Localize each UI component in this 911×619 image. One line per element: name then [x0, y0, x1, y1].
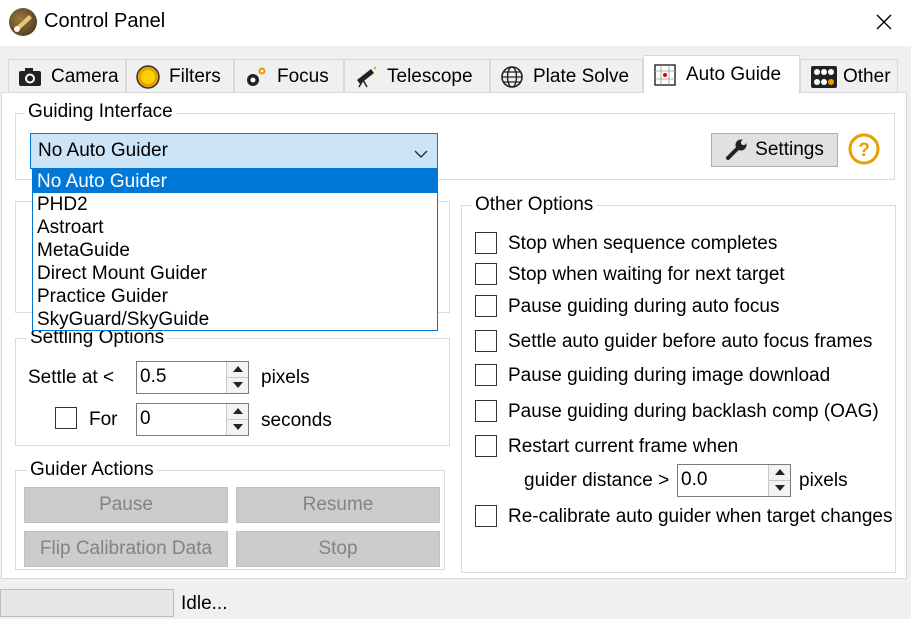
guider-option[interactable]: MetaGuide	[33, 239, 437, 262]
pause-during-download-checkbox[interactable]	[475, 364, 497, 386]
help-icon[interactable]: ?	[848, 133, 880, 165]
guider-option[interactable]: Practice Guider	[33, 285, 437, 308]
restart-frame-checkbox[interactable]	[475, 435, 497, 457]
guider-option[interactable]: PHD2	[33, 193, 437, 216]
guider-option[interactable]: Astroart	[33, 216, 437, 239]
tab-other[interactable]: Other	[800, 59, 898, 93]
spin-down-icon[interactable]	[227, 377, 248, 393]
guider-option[interactable]: Direct Mount Guider	[33, 262, 437, 285]
settle-pixels-value: 0.5	[140, 366, 167, 387]
tab-strip: Camera Filters Focus Telescope Plate Sol…	[0, 55, 911, 94]
stop-waiting-next-target-checkbox[interactable]	[475, 263, 497, 285]
settings-button-label: Settings	[755, 139, 824, 160]
tab-camera[interactable]: Camera	[8, 59, 126, 93]
crosshair-grid-icon	[653, 63, 677, 87]
guider-actions-label: Guider Actions	[27, 459, 157, 481]
spin-up-icon[interactable]	[227, 404, 248, 420]
tab-telescope[interactable]: Telescope	[344, 59, 490, 93]
settle-seconds-spinner[interactable]: 0	[136, 403, 249, 436]
tab-focus-label: Focus	[277, 65, 329, 87]
tab-plate-solve-label: Plate Solve	[533, 65, 630, 87]
close-icon[interactable]	[870, 8, 898, 36]
spin-up-icon[interactable]	[227, 362, 248, 378]
title-bar: Control Panel	[0, 0, 911, 46]
restart-frame-label: Restart current frame when	[508, 436, 739, 457]
guider-distance-spinner[interactable]: 0.0	[677, 464, 791, 497]
pause-during-autofocus-checkbox[interactable]	[475, 295, 497, 317]
pause-during-backlash-checkbox[interactable]	[475, 400, 497, 422]
tab-filters-label: Filters	[169, 65, 221, 87]
settle-at-label: Settle at <	[28, 367, 115, 388]
guider-dropdown-list: No Auto Guider PHD2 Astroart MetaGuide D…	[32, 169, 438, 331]
flip-calibration-button[interactable]: Flip Calibration Data	[24, 531, 228, 567]
tab-focus[interactable]: Focus	[234, 59, 344, 93]
guider-distance-unit: pixels	[799, 470, 848, 491]
settle-seconds-value: 0	[140, 408, 151, 429]
tab-auto-guide[interactable]: Auto Guide	[643, 55, 800, 94]
spin-up-icon[interactable]	[769, 465, 790, 481]
guider-distance-label: guider distance >	[524, 470, 670, 491]
settle-before-autofocus-checkbox[interactable]	[475, 330, 497, 352]
resume-button[interactable]: Resume	[236, 487, 440, 523]
control-panel-window: Control Panel Camera Filters Focus Teles…	[0, 0, 911, 619]
pause-during-download-label: Pause guiding during image download	[508, 365, 831, 386]
dots-grid-icon	[810, 65, 837, 89]
settle-for-label: For	[89, 409, 118, 430]
gear-icon	[244, 65, 268, 89]
settle-seconds-spin-buttons	[226, 404, 248, 435]
pause-button[interactable]: Pause	[24, 487, 228, 523]
app-logo-icon	[9, 8, 37, 36]
telescope-icon	[354, 65, 378, 89]
tab-camera-label: Camera	[51, 65, 119, 87]
pause-during-autofocus-label: Pause guiding during auto focus	[508, 296, 780, 317]
tab-other-label: Other	[843, 65, 891, 87]
recalibrate-label: Re-calibrate auto guider when target cha…	[508, 506, 893, 527]
auto-guide-panel: Guiding Interface No Auto Guider Setting…	[1, 92, 907, 579]
spin-down-icon[interactable]	[227, 419, 248, 435]
guider-distance-value: 0.0	[681, 469, 708, 490]
progress-bar	[0, 589, 174, 617]
settle-pixels-unit: pixels	[261, 367, 310, 388]
spin-down-icon[interactable]	[769, 480, 790, 496]
filter-wheel-icon	[136, 64, 160, 89]
settle-seconds-unit: seconds	[261, 410, 332, 431]
status-bar: Idle...	[0, 583, 911, 619]
recalibrate-checkbox[interactable]	[475, 505, 497, 527]
settle-pixels-spinner[interactable]: 0.5	[136, 361, 249, 394]
guider-option[interactable]: No Auto Guider	[33, 170, 437, 193]
tab-auto-guide-label: Auto Guide	[686, 64, 782, 85]
settings-button[interactable]: Settings	[711, 133, 838, 167]
guider-select[interactable]: No Auto Guider	[30, 133, 438, 169]
guider-select-value: No Auto Guider	[38, 140, 168, 161]
wrench-icon	[725, 138, 749, 162]
settle-for-checkbox[interactable]	[55, 407, 77, 429]
stop-sequence-completes-label: Stop when sequence completes	[508, 233, 778, 254]
guiding-interface-label: Guiding Interface	[25, 101, 176, 123]
stop-waiting-next-target-label: Stop when waiting for next target	[508, 264, 785, 285]
settle-before-autofocus-label: Settle auto guider before auto focus fra…	[508, 331, 873, 352]
settle-pixels-spin-buttons	[226, 362, 248, 393]
globe-icon	[500, 65, 524, 89]
window-title: Control Panel	[44, 10, 166, 32]
guider-option[interactable]: SkyGuard/SkyGuide	[33, 308, 437, 331]
chevron-down-icon	[413, 144, 429, 166]
camera-icon	[18, 65, 42, 89]
pause-during-backlash-label: Pause guiding during backlash comp (OAG)	[508, 401, 879, 422]
stop-button[interactable]: Stop	[236, 531, 440, 567]
status-text: Idle...	[181, 593, 228, 614]
svg-text:?: ?	[858, 140, 870, 161]
other-options-label: Other Options	[472, 194, 597, 216]
guider-distance-spin-buttons	[768, 465, 790, 496]
tab-filters[interactable]: Filters	[126, 59, 234, 93]
tab-telescope-label: Telescope	[387, 65, 473, 87]
stop-sequence-completes-checkbox[interactable]	[475, 232, 497, 254]
tab-plate-solve[interactable]: Plate Solve	[490, 59, 643, 93]
